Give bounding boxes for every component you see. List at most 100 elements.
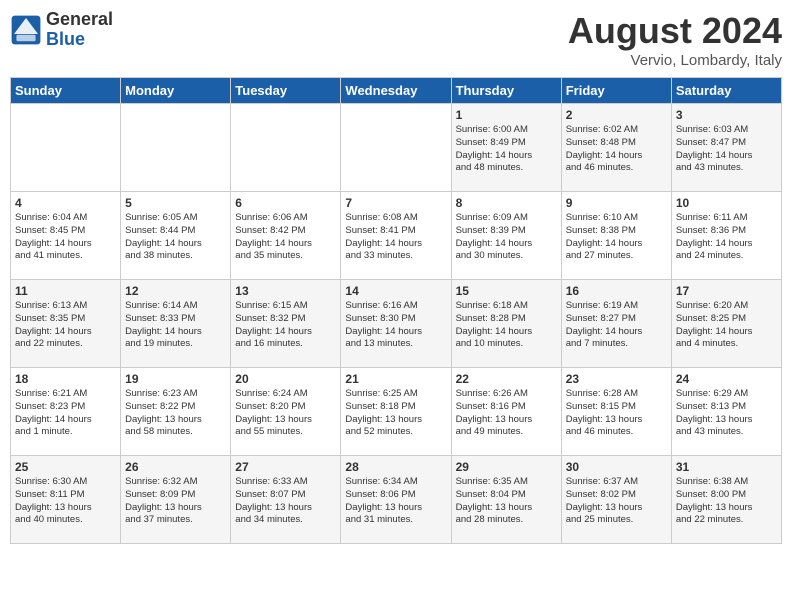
day-info: Sunrise: 6:38 AM Sunset: 8:00 PM Dayligh… bbox=[676, 476, 777, 527]
day-info: Sunrise: 6:19 AM Sunset: 8:27 PM Dayligh… bbox=[566, 300, 667, 351]
day-number: 13 bbox=[235, 284, 336, 298]
day-cell: 22 Sunrise: 6:26 AM Sunset: 8:16 PM Dayli… bbox=[451, 368, 561, 456]
day-number: 28 bbox=[345, 460, 446, 474]
day-cell: 2Sunrise: 6:02 AM Sunset: 8:48 PM Daylig… bbox=[561, 104, 671, 192]
column-header-wednesday: Wednesday bbox=[341, 78, 451, 104]
day-info: Sunrise: 6:00 AM Sunset: 8:49 PM Dayligh… bbox=[456, 124, 557, 175]
day-cell: 27 Sunrise: 6:33 AM Sunset: 8:07 PM Dayli… bbox=[231, 456, 341, 544]
day-info: Sunrise: 6:25 AM Sunset: 8:18 PM Dayligh… bbox=[345, 388, 446, 439]
day-info: Sunrise: 6:26 AM Sunset: 8:16 PM Dayligh… bbox=[456, 388, 557, 439]
day-number: 16 bbox=[566, 284, 667, 298]
day-number: 20 bbox=[235, 372, 336, 386]
day-info: Sunrise: 6:16 AM Sunset: 8:30 PM Dayligh… bbox=[345, 300, 446, 351]
day-info: Sunrise: 6:09 AM Sunset: 8:39 PM Dayligh… bbox=[456, 212, 557, 263]
day-number: 30 bbox=[566, 460, 667, 474]
day-number: 26 bbox=[125, 460, 226, 474]
day-cell: 30 Sunrise: 6:37 AM Sunset: 8:02 PM Dayli… bbox=[561, 456, 671, 544]
day-info: Sunrise: 6:08 AM Sunset: 8:41 PM Dayligh… bbox=[345, 212, 446, 263]
day-info: Sunrise: 6:18 AM Sunset: 8:28 PM Dayligh… bbox=[456, 300, 557, 351]
page-header: General Blue August 2024 Vervio, Lombard… bbox=[10, 10, 782, 69]
day-cell bbox=[121, 104, 231, 192]
day-cell bbox=[341, 104, 451, 192]
day-number: 23 bbox=[566, 372, 667, 386]
logo: General Blue bbox=[10, 10, 113, 50]
day-info: Sunrise: 6:35 AM Sunset: 8:04 PM Dayligh… bbox=[456, 476, 557, 527]
week-row-4: 18Sunrise: 6:21 AM Sunset: 8:23 PM Dayli… bbox=[11, 368, 782, 456]
day-cell: 13 Sunrise: 6:15 AM Sunset: 8:32 PM Dayli… bbox=[231, 280, 341, 368]
day-cell: 24Sunrise: 6:29 AM Sunset: 8:13 PM Dayli… bbox=[671, 368, 781, 456]
day-cell: 12 Sunrise: 6:14 AM Sunset: 8:33 PM Dayli… bbox=[121, 280, 231, 368]
column-header-thursday: Thursday bbox=[451, 78, 561, 104]
day-info: Sunrise: 6:20 AM Sunset: 8:25 PM Dayligh… bbox=[676, 300, 777, 351]
day-info: Sunrise: 6:11 AM Sunset: 8:36 PM Dayligh… bbox=[676, 212, 777, 263]
day-cell: 25 Sunrise: 6:30 AM Sunset: 8:11 PM Dayli… bbox=[11, 456, 121, 544]
day-cell: 1Sunrise: 6:00 AM Sunset: 8:49 PM Daylig… bbox=[451, 104, 561, 192]
day-number: 8 bbox=[456, 196, 557, 210]
day-info: Sunrise: 6:32 AM Sunset: 8:09 PM Dayligh… bbox=[125, 476, 226, 527]
column-header-sunday: Sunday bbox=[11, 78, 121, 104]
day-number: 31 bbox=[676, 460, 777, 474]
day-info: Sunrise: 6:10 AM Sunset: 8:38 PM Dayligh… bbox=[566, 212, 667, 263]
day-number: 25 bbox=[15, 460, 116, 474]
week-row-5: 25 Sunrise: 6:30 AM Sunset: 8:11 PM Dayli… bbox=[11, 456, 782, 544]
day-number: 24 bbox=[676, 372, 777, 386]
day-cell: 3 Sunrise: 6:03 AM Sunset: 8:47 PM Daylig… bbox=[671, 104, 781, 192]
day-number: 9 bbox=[566, 196, 667, 210]
day-cell: 6 Sunrise: 6:06 AM Sunset: 8:42 PM Daylig… bbox=[231, 192, 341, 280]
column-header-monday: Monday bbox=[121, 78, 231, 104]
day-info: Sunrise: 6:05 AM Sunset: 8:44 PM Dayligh… bbox=[125, 212, 226, 263]
day-cell bbox=[231, 104, 341, 192]
day-cell: 7Sunrise: 6:08 AM Sunset: 8:41 PM Daylig… bbox=[341, 192, 451, 280]
day-cell: 4Sunrise: 6:04 AM Sunset: 8:45 PM Daylig… bbox=[11, 192, 121, 280]
day-info: Sunrise: 6:37 AM Sunset: 8:02 PM Dayligh… bbox=[566, 476, 667, 527]
day-cell: 15 Sunrise: 6:18 AM Sunset: 8:28 PM Dayli… bbox=[451, 280, 561, 368]
day-number: 17 bbox=[676, 284, 777, 298]
day-cell: 31 Sunrise: 6:38 AM Sunset: 8:00 PM Dayli… bbox=[671, 456, 781, 544]
week-row-2: 4Sunrise: 6:04 AM Sunset: 8:45 PM Daylig… bbox=[11, 192, 782, 280]
column-header-tuesday: Tuesday bbox=[231, 78, 341, 104]
day-info: Sunrise: 6:30 AM Sunset: 8:11 PM Dayligh… bbox=[15, 476, 116, 527]
day-info: Sunrise: 6:04 AM Sunset: 8:45 PM Dayligh… bbox=[15, 212, 116, 263]
day-cell: 18Sunrise: 6:21 AM Sunset: 8:23 PM Dayli… bbox=[11, 368, 121, 456]
day-number: 14 bbox=[345, 284, 446, 298]
day-number: 18 bbox=[15, 372, 116, 386]
column-header-saturday: Saturday bbox=[671, 78, 781, 104]
logo-icon bbox=[10, 14, 42, 46]
month-title: August 2024 bbox=[568, 10, 782, 52]
day-number: 6 bbox=[235, 196, 336, 210]
day-number: 11 bbox=[15, 284, 116, 298]
day-number: 3 bbox=[676, 108, 777, 122]
day-cell: 17 Sunrise: 6:20 AM Sunset: 8:25 PM Dayli… bbox=[671, 280, 781, 368]
day-cell: 23 Sunrise: 6:28 AM Sunset: 8:15 PM Dayli… bbox=[561, 368, 671, 456]
day-info: Sunrise: 6:24 AM Sunset: 8:20 PM Dayligh… bbox=[235, 388, 336, 439]
day-number: 22 bbox=[456, 372, 557, 386]
day-cell: 8 Sunrise: 6:09 AM Sunset: 8:39 PM Daylig… bbox=[451, 192, 561, 280]
day-number: 27 bbox=[235, 460, 336, 474]
calendar-table: SundayMondayTuesdayWednesdayThursdayFrid… bbox=[10, 77, 782, 544]
day-cell: 29 Sunrise: 6:35 AM Sunset: 8:04 PM Dayli… bbox=[451, 456, 561, 544]
location: Vervio, Lombardy, Italy bbox=[568, 52, 782, 69]
day-info: Sunrise: 6:34 AM Sunset: 8:06 PM Dayligh… bbox=[345, 476, 446, 527]
logo-line1: General bbox=[46, 10, 113, 30]
day-number: 15 bbox=[456, 284, 557, 298]
day-info: Sunrise: 6:28 AM Sunset: 8:15 PM Dayligh… bbox=[566, 388, 667, 439]
day-cell: 21Sunrise: 6:25 AM Sunset: 8:18 PM Dayli… bbox=[341, 368, 451, 456]
day-number: 10 bbox=[676, 196, 777, 210]
day-info: Sunrise: 6:15 AM Sunset: 8:32 PM Dayligh… bbox=[235, 300, 336, 351]
day-number: 12 bbox=[125, 284, 226, 298]
day-info: Sunrise: 6:13 AM Sunset: 8:35 PM Dayligh… bbox=[15, 300, 116, 351]
day-number: 29 bbox=[456, 460, 557, 474]
day-number: 2 bbox=[566, 108, 667, 122]
day-number: 19 bbox=[125, 372, 226, 386]
logo-line2: Blue bbox=[46, 30, 113, 50]
day-info: Sunrise: 6:03 AM Sunset: 8:47 PM Dayligh… bbox=[676, 124, 777, 175]
day-info: Sunrise: 6:06 AM Sunset: 8:42 PM Dayligh… bbox=[235, 212, 336, 263]
day-number: 5 bbox=[125, 196, 226, 210]
day-cell: 28 Sunrise: 6:34 AM Sunset: 8:06 PM Dayli… bbox=[341, 456, 451, 544]
week-row-3: 11 Sunrise: 6:13 AM Sunset: 8:35 PM Dayli… bbox=[11, 280, 782, 368]
day-info: Sunrise: 6:33 AM Sunset: 8:07 PM Dayligh… bbox=[235, 476, 336, 527]
day-cell: 11 Sunrise: 6:13 AM Sunset: 8:35 PM Dayli… bbox=[11, 280, 121, 368]
title-block: August 2024 Vervio, Lombardy, Italy bbox=[568, 10, 782, 69]
day-info: Sunrise: 6:14 AM Sunset: 8:33 PM Dayligh… bbox=[125, 300, 226, 351]
day-cell bbox=[11, 104, 121, 192]
